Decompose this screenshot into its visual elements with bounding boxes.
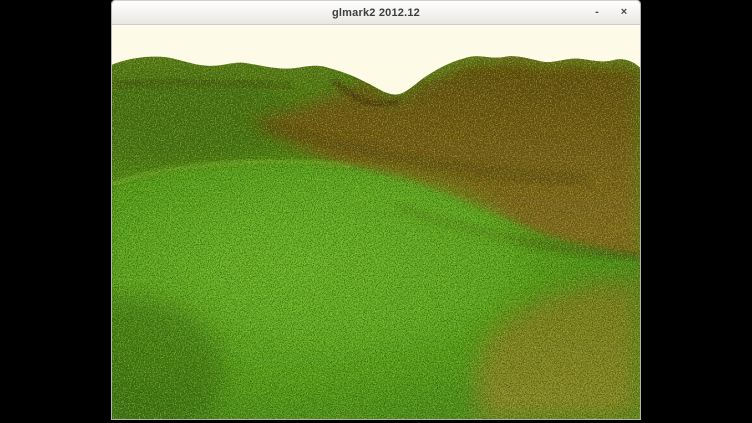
window-titlebar[interactable]: glmark2 2012.12 - × bbox=[112, 1, 640, 25]
window-controls: - × bbox=[590, 7, 640, 18]
window-title: glmark2 2012.12 bbox=[112, 7, 640, 19]
terrain-render bbox=[112, 25, 640, 419]
minimize-button[interactable]: - bbox=[590, 7, 604, 18]
render-viewport bbox=[112, 25, 640, 419]
desktop-background: glmark2 2012.12 - × bbox=[0, 0, 752, 423]
close-button[interactable]: × bbox=[617, 7, 631, 18]
glmark2-window: glmark2 2012.12 - × bbox=[111, 0, 641, 420]
